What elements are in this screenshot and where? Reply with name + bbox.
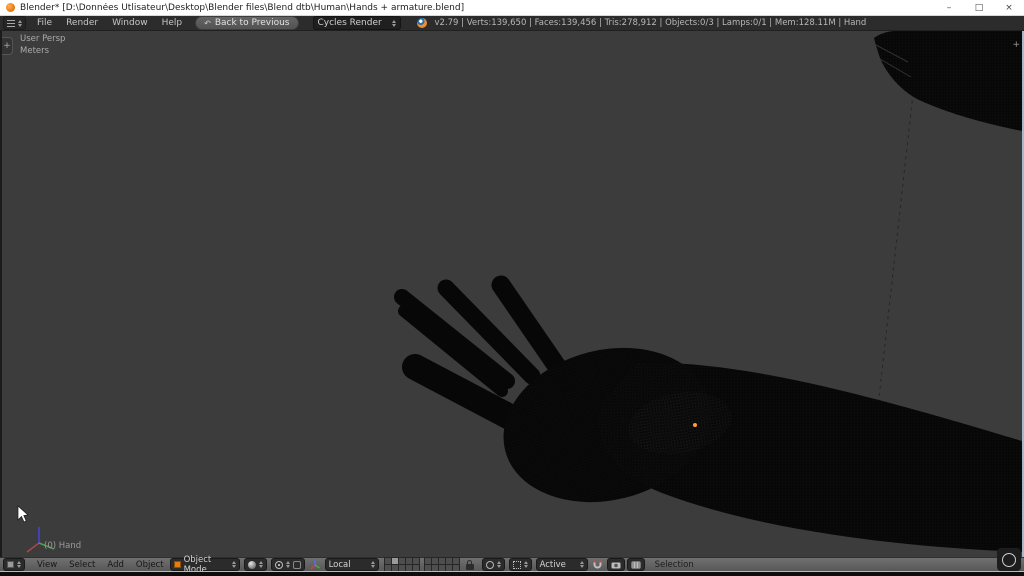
updown-arrows-icon [580, 561, 584, 568]
axis-y [39, 543, 54, 549]
orientation-select-value: Local [329, 560, 368, 570]
properties-expand-tab[interactable]: + [1012, 40, 1020, 50]
editor-type-selector[interactable] [3, 16, 26, 30]
transform-orientation-select[interactable]: Local [325, 558, 379, 571]
mouse-cursor [18, 506, 28, 522]
blender-window: Blender* [D:\Données Utlisateur\Desktop\… [0, 0, 1024, 576]
clapper-icon [631, 561, 641, 569]
updown-arrows-icon [259, 561, 263, 568]
blender-app-icon [6, 3, 15, 12]
back-button-label: Back to Previous [215, 18, 290, 28]
proportional-edit-select[interactable] [482, 558, 505, 571]
menu-render[interactable]: Render [59, 18, 105, 28]
back-arrow-icon: ↶ [204, 19, 211, 28]
maximize-button[interactable]: □ [964, 0, 994, 15]
view-rotate-indicator [997, 548, 1021, 571]
object-origin-dot [693, 423, 697, 427]
menu-window[interactable]: Window [105, 18, 155, 28]
updown-arrows-icon [524, 561, 528, 568]
menu-add[interactable]: Add [101, 560, 129, 570]
object-mode-icon [174, 561, 181, 568]
scene-statistics: v2.79 | Verts:139,650 | Faces:139,456 | … [435, 18, 867, 28]
toolshelf-expand-tab[interactable]: + [2, 37, 13, 55]
snap-target-select[interactable]: Active [536, 558, 588, 571]
manipulator-axis-icon[interactable] [309, 559, 321, 571]
title-bar: Blender* [D:\Données Utlisateur\Desktop\… [0, 0, 1024, 16]
lock-camera-icon[interactable] [466, 564, 474, 570]
blender-logo-icon [417, 18, 427, 28]
updown-arrows-icon [232, 561, 236, 568]
layer-grid [385, 558, 460, 572]
camera-icon [611, 561, 621, 569]
snap-element-select[interactable] [509, 558, 532, 571]
updown-arrows-icon [392, 20, 396, 27]
info-editor-icon [7, 20, 15, 27]
menu-file[interactable]: File [30, 18, 59, 28]
view3d-editor-icon [7, 561, 14, 568]
menu-view[interactable]: View [31, 560, 63, 570]
render-engine-select[interactable]: Cycles Render [313, 16, 401, 30]
pivot-point-select[interactable] [271, 558, 305, 571]
mini-axis-gizmo [27, 527, 54, 552]
updown-arrows-icon [497, 561, 501, 568]
window-title: Blender* [D:\Données Utlisateur\Desktop\… [20, 3, 464, 13]
updown-arrows-icon [286, 561, 290, 568]
window-controls: – □ × [934, 0, 1024, 15]
minimize-button[interactable]: – [934, 0, 964, 15]
viewport-header: View Select Add Object Object Mode Local [0, 557, 1024, 571]
opengl-render-still-button[interactable] [607, 558, 625, 571]
pivot-align-icon [293, 561, 301, 569]
viewport-shading-select[interactable] [244, 558, 267, 571]
axis-x [27, 543, 39, 552]
selection-label: Selection [655, 560, 694, 570]
viewport-canvas[interactable] [2, 31, 1022, 557]
menu-help[interactable]: Help [155, 18, 190, 28]
menu-object[interactable]: Object [130, 560, 170, 570]
snap-element-icon [513, 561, 521, 569]
window-bottom-border [0, 571, 1024, 576]
mode-select[interactable]: Object Mode [170, 558, 240, 571]
back-to-previous-button[interactable]: ↶ Back to Previous [195, 16, 298, 30]
updown-arrows-icon [18, 20, 22, 27]
menu-select[interactable]: Select [63, 560, 101, 570]
opengl-render-anim-button[interactable] [627, 558, 645, 571]
shading-sphere-icon [248, 561, 256, 569]
close-button[interactable]: × [994, 0, 1024, 15]
engine-select-value: Cycles Render [318, 18, 382, 28]
hand-mesh-main [402, 285, 1022, 552]
pivot-point-icon [275, 561, 283, 569]
proportional-edit-icon [486, 561, 494, 569]
viewport-3d: User Persp Meters (0) Hand + + [0, 31, 1024, 557]
updown-arrows-icon [17, 561, 21, 568]
editor-type-selector[interactable] [3, 558, 25, 571]
info-header: File Render Window Help ↶ Back to Previo… [0, 16, 1024, 31]
hand-mesh-top-right [874, 31, 1022, 131]
circle-icon [1002, 553, 1016, 567]
snap-magnet-icon[interactable] [592, 559, 603, 570]
snap-target-value: Active [540, 560, 577, 570]
updown-arrows-icon [371, 561, 375, 568]
